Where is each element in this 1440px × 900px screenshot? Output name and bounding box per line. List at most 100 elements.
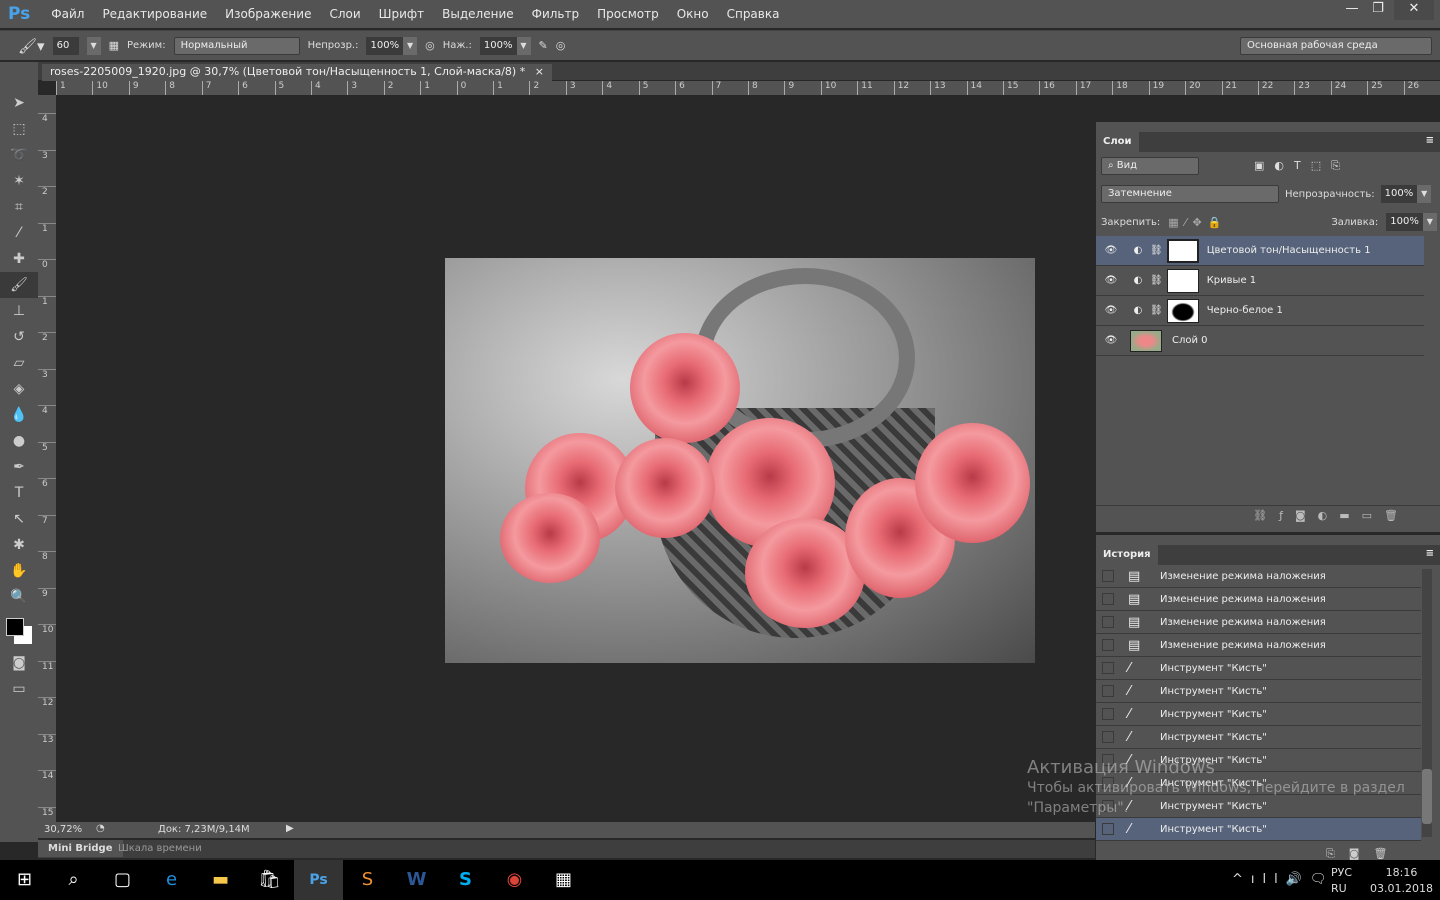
layer-thumbnail[interactable] xyxy=(1130,329,1162,352)
windows-start-icon[interactable]: ⊞ xyxy=(0,860,49,900)
magic-wand-icon[interactable]: ✶ xyxy=(0,168,38,194)
history-checkbox[interactable] xyxy=(1102,570,1114,582)
dodge-tool-icon[interactable]: ● xyxy=(0,428,38,454)
menu-window[interactable]: Окно xyxy=(668,7,718,21)
blend-mode-select[interactable]: Затемнение xyxy=(1101,185,1279,203)
pressure-size-icon[interactable]: ◎ xyxy=(556,39,566,52)
move-tool-icon[interactable]: ➤ xyxy=(0,90,38,116)
paint-bucket-icon[interactable]: ◈ xyxy=(0,376,38,402)
history-item[interactable]: ⁄ Инструмент "Кисть" xyxy=(1096,703,1421,726)
history-item[interactable]: ▤ Изменение режима наложения xyxy=(1096,588,1421,611)
history-item[interactable]: ⁄ Инструмент "Кисть" xyxy=(1096,657,1421,680)
tab-mini-bridge[interactable]: Mini Bridge xyxy=(38,840,123,857)
brush-tool-icon[interactable]: 🖌 xyxy=(0,272,38,298)
eye-icon[interactable]: 👁 xyxy=(1096,245,1126,256)
layer-mask-thumbnail[interactable] xyxy=(1166,298,1199,323)
layer-filter-select[interactable]: ⌕ Вид xyxy=(1101,157,1199,175)
history-checkbox[interactable] xyxy=(1102,708,1114,720)
restore-button[interactable]: ❐ xyxy=(1360,0,1396,20)
tray-icons[interactable]: ^ıll🔊🗨 xyxy=(1232,872,1334,887)
layer-row[interactable]: 👁 ◐ ⛓ Черно-белое 1 xyxy=(1096,296,1424,326)
filter-icons[interactable]: ▣◐T⬚⎘ xyxy=(1254,159,1350,173)
store-icon[interactable]: 🛍 xyxy=(245,860,294,900)
foreground-color[interactable] xyxy=(6,618,24,636)
document-tab[interactable]: roses-2205009_1920.jpg @ 30,7% (Цветовой… xyxy=(42,64,552,81)
history-checkbox[interactable] xyxy=(1102,662,1114,674)
pen-tool-icon[interactable]: ✒ xyxy=(0,454,38,480)
flow-input[interactable]: 100% xyxy=(479,36,517,55)
layer-opacity-input[interactable]: 100% xyxy=(1380,185,1418,203)
link-icon[interactable]: ⛓ xyxy=(1150,245,1163,256)
link-icon[interactable]: ⛓ xyxy=(1150,275,1163,286)
skype-icon[interactable]: S xyxy=(441,860,490,900)
history-item[interactable]: ▤ Изменение режима наложения xyxy=(1096,565,1421,588)
chevron-down-icon[interactable]: ▼ xyxy=(86,36,101,55)
eye-icon[interactable]: 👁 xyxy=(1096,335,1126,346)
history-item[interactable]: ⁄ Инструмент "Кисть" xyxy=(1096,818,1421,841)
layer-mask-thumbnail[interactable] xyxy=(1166,268,1199,293)
edge-icon[interactable]: e xyxy=(147,860,196,900)
chrome-icon[interactable]: ◉ xyxy=(490,860,539,900)
brush-size-picker[interactable]: 60 xyxy=(52,36,79,55)
canvas-image[interactable] xyxy=(445,258,1035,663)
layers-tab[interactable]: Слои xyxy=(1096,132,1139,152)
quick-mask-icon[interactable]: ◙ xyxy=(0,650,38,676)
eye-icon[interactable]: 👁 xyxy=(1096,305,1126,316)
crop-tool-icon[interactable]: ⌗ xyxy=(0,194,38,220)
menu-layers[interactable]: Слои xyxy=(320,7,369,21)
chevron-down-icon[interactable]: ▼ xyxy=(1422,213,1437,231)
menu-view[interactable]: Просмотр xyxy=(588,7,668,21)
layer-actions[interactable]: ⛓ƒ◙◐▬▭🗑 xyxy=(1096,505,1440,527)
screen-mode-icon[interactable]: ▭ xyxy=(0,676,38,702)
zoom-level[interactable]: 30,72% xyxy=(44,824,82,835)
history-item[interactable]: ▤ Изменение режима наложения xyxy=(1096,611,1421,634)
app-icon[interactable]: ▦ xyxy=(539,860,588,900)
lasso-tool-icon[interactable]: ➰ xyxy=(0,142,38,168)
history-checkbox[interactable] xyxy=(1102,593,1114,605)
task-view-icon[interactable]: ▢ xyxy=(98,860,147,900)
scroll-thumb[interactable] xyxy=(1422,769,1432,824)
chevron-down-icon[interactable]: ▼ xyxy=(403,36,418,55)
brush-panel-icon[interactable]: ▦ xyxy=(109,39,119,52)
search-icon[interactable]: ⌕ xyxy=(49,860,98,900)
eyedropper-icon[interactable]: ⁄ xyxy=(0,220,38,246)
menu-file[interactable]: Файл xyxy=(42,7,93,21)
hand-tool-icon[interactable]: ✋ xyxy=(0,558,38,584)
history-checkbox[interactable] xyxy=(1102,823,1114,835)
layer-row[interactable]: 👁 Слой 0 xyxy=(1096,326,1424,356)
language-indicator[interactable]: РУС RU xyxy=(1331,865,1352,897)
path-selection-icon[interactable]: ↖ xyxy=(0,506,38,532)
workspace-select[interactable]: Основная рабочая среда xyxy=(1240,37,1432,55)
history-brush-icon[interactable]: ↺ xyxy=(0,324,38,350)
menu-type[interactable]: Шрифт xyxy=(370,7,434,21)
history-checkbox[interactable] xyxy=(1102,685,1114,697)
menu-help[interactable]: Справка xyxy=(718,7,789,21)
close-tab-icon[interactable]: × xyxy=(535,65,544,78)
panel-menu-icon[interactable]: ≡ xyxy=(1420,132,1440,149)
shape-tool-icon[interactable]: ✱ xyxy=(0,532,38,558)
history-item[interactable]: ⁄ Инструмент "Кисть" xyxy=(1096,726,1421,749)
history-checkbox[interactable] xyxy=(1102,731,1114,743)
file-explorer-icon[interactable]: ▬ xyxy=(196,860,245,900)
history-actions[interactable]: ⎘◙🗑 xyxy=(1326,847,1401,861)
color-swatches[interactable] xyxy=(0,610,38,650)
tab-timeline[interactable]: Шкала времени xyxy=(118,840,202,857)
type-tool-icon[interactable]: T xyxy=(0,480,38,506)
history-checkbox[interactable] xyxy=(1102,639,1114,651)
history-checkbox[interactable] xyxy=(1102,616,1114,628)
link-icon[interactable]: ⛓ xyxy=(1150,305,1163,316)
brush-tool-icon[interactable]: 🖌▾ xyxy=(18,37,45,55)
eye-icon[interactable]: 👁 xyxy=(1096,275,1126,286)
panel-menu-icon[interactable]: ≡ xyxy=(1420,545,1440,562)
marquee-tool-icon[interactable]: ⬚ xyxy=(0,116,38,142)
mode-select[interactable]: Нормальный xyxy=(173,36,300,55)
airbrush-icon[interactable]: ✎ xyxy=(539,39,548,52)
healing-brush-icon[interactable]: ✚ xyxy=(0,246,38,272)
menu-filter[interactable]: Фильтр xyxy=(523,7,588,21)
photoshop-taskbar-icon[interactable]: Ps xyxy=(294,860,343,900)
history-tab[interactable]: История xyxy=(1096,545,1158,565)
status-menu-arrow-icon[interactable]: ▶ xyxy=(286,823,294,834)
layer-row[interactable]: 👁 ◐ ⛓ Кривые 1 xyxy=(1096,266,1424,296)
history-item[interactable]: ▤ Изменение режима наложения xyxy=(1096,634,1421,657)
layer-mask-thumbnail[interactable] xyxy=(1166,238,1199,263)
